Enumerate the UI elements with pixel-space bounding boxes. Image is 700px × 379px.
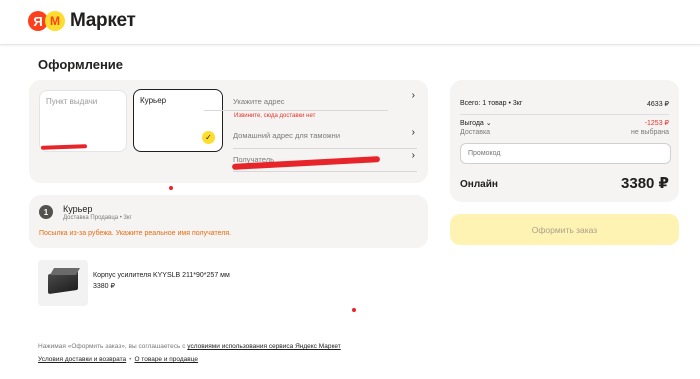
chevron-right-icon: › xyxy=(411,90,415,101)
items-label: Всего: 1 товар • 3кг xyxy=(460,100,523,107)
carousel-dot xyxy=(169,186,173,190)
address-label: Укажите адрес xyxy=(233,97,285,106)
address-field[interactable]: Укажите адрес › xyxy=(233,90,417,112)
divider xyxy=(204,110,388,111)
courier-shipment-panel: 1 Курьер Доставка Продавца • 3кг Посылка… xyxy=(29,195,428,248)
shipment-warning: Посылка из-за рубежа. Укажите реальное и… xyxy=(39,230,232,237)
shipping-label: Доставка xyxy=(460,129,491,136)
customs-address-field[interactable]: Домашний адрес для таможни › xyxy=(233,127,417,149)
chevron-down-icon: ⌄ xyxy=(485,120,492,127)
logo-text: Маркет xyxy=(70,10,136,31)
order-summary: Всего: 1 товар • 3кг 4633 ₽ Выгода ⌄ -12… xyxy=(450,80,679,202)
chevron-right-icon: › xyxy=(411,150,415,161)
delivery-panel: Пункт выдачи Курьер ✓ Укажите адрес › До… xyxy=(29,80,428,183)
place-order-button[interactable]: Оформить заказ xyxy=(450,214,679,245)
address-error: Извините, сюда доставки нет xyxy=(234,113,316,119)
delivery-terms-link[interactable]: Условия доставки и возврата xyxy=(38,356,126,363)
header: Я M Маркет xyxy=(0,0,700,45)
terms-link[interactable]: условиями использования сервиса Яндекс М… xyxy=(187,343,340,350)
promo-code-input[interactable] xyxy=(460,143,671,164)
delivery-option-label: Курьер xyxy=(140,96,167,105)
legal-text-prefix: Нажимая «Оформить заказ», вы соглашаетес… xyxy=(38,343,188,350)
summary-benefit-row[interactable]: Выгода ⌄ -1253 ₽ xyxy=(460,119,669,127)
market-logo-icon: M xyxy=(45,11,65,31)
chevron-right-icon: › xyxy=(411,127,415,138)
footer-links: Условия доставки и возврата • О товаре и п… xyxy=(38,356,198,363)
legal-text: Нажимая «Оформить заказ», вы соглашаетес… xyxy=(38,343,341,350)
product-name[interactable]: Корпус усилителя KYYSLB 211*90*257 мм xyxy=(93,272,230,279)
shipping-value: не выбрана xyxy=(630,129,669,136)
total-value: 3380 ₽ xyxy=(621,175,669,192)
carousel-dot xyxy=(352,308,356,312)
summary-items-row: Всего: 1 товар • 3кг 4633 ₽ xyxy=(460,100,669,108)
link-separator: • xyxy=(129,356,132,363)
step-number: 1 xyxy=(39,205,53,219)
yandex-market-logo[interactable]: Я M Маркет xyxy=(28,10,136,32)
items-value: 4633 ₽ xyxy=(647,101,669,108)
benefit-label: Выгода ⌄ xyxy=(460,120,492,127)
delivery-option-pickup[interactable]: Пункт выдачи xyxy=(39,90,127,152)
divider xyxy=(460,114,669,115)
product-image[interactable] xyxy=(38,260,88,306)
delivery-option-label: Пункт выдачи xyxy=(46,97,98,106)
shipment-title: Курьер xyxy=(63,204,93,214)
product-box-top xyxy=(49,268,81,275)
check-icon: ✓ xyxy=(202,131,215,144)
delivery-option-courier[interactable]: Курьер ✓ xyxy=(133,89,223,152)
product-seller-link[interactable]: О товаре и продавце xyxy=(134,356,198,363)
summary-shipping-row: Доставка не выбрана xyxy=(460,129,669,136)
customs-address-label: Домашний адрес для таможни xyxy=(233,131,341,140)
total-label: Онлайн xyxy=(460,179,498,190)
shipment-subtitle: Доставка Продавца • 3кг xyxy=(63,215,132,221)
page-title: Оформление xyxy=(38,57,124,72)
benefit-value: -1253 ₽ xyxy=(644,120,669,127)
product-price: 3380 ₽ xyxy=(93,283,115,290)
